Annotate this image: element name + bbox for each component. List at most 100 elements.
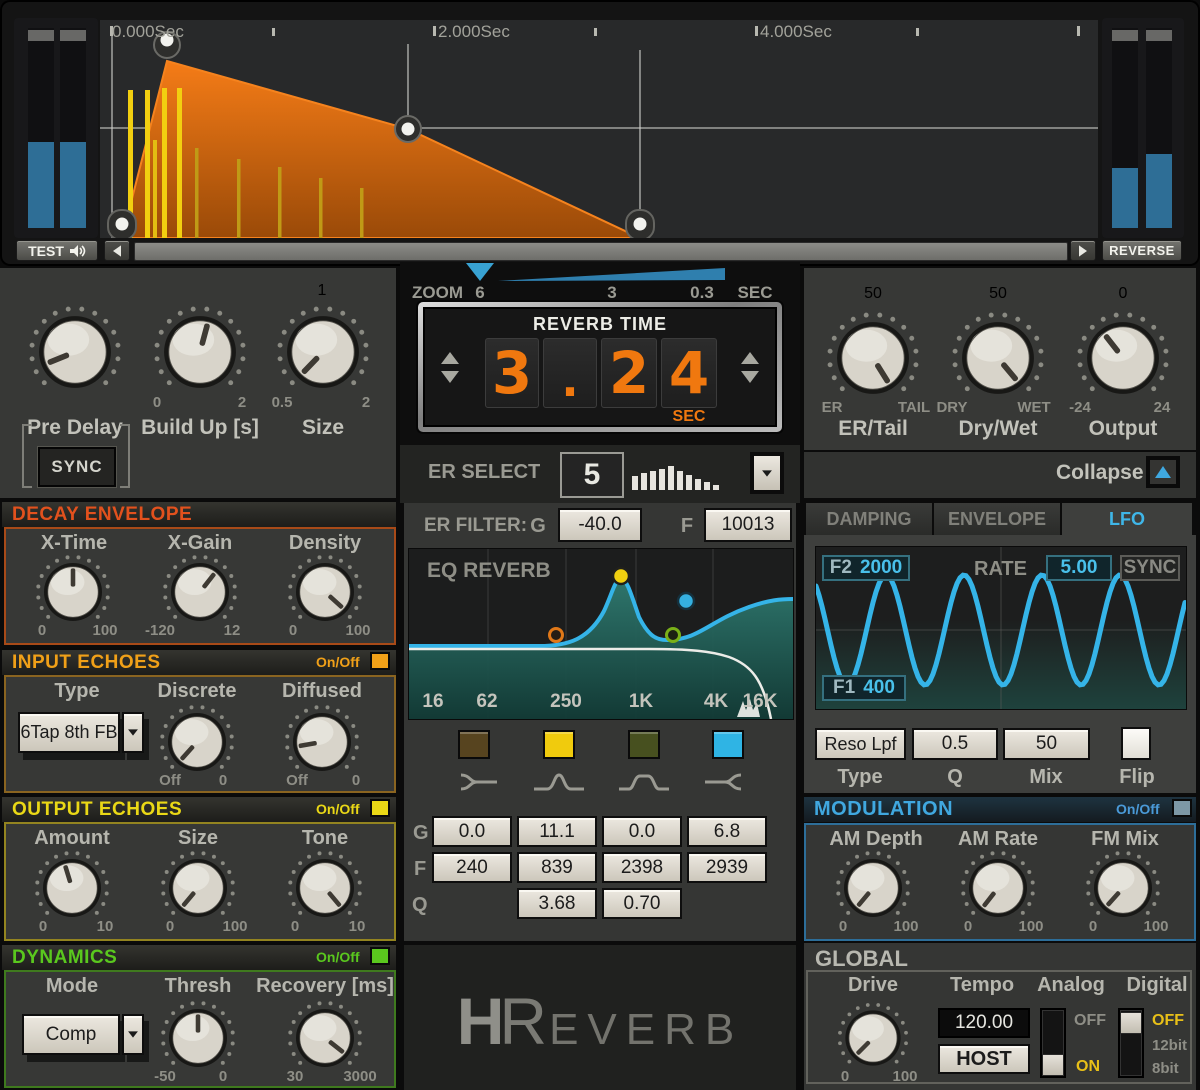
eq-band3-button[interactable]	[628, 730, 660, 759]
analog-label: Analog	[1037, 974, 1105, 996]
meter-fill	[28, 142, 54, 228]
tab-lfo[interactable]: LFO	[1062, 503, 1192, 535]
eq-q3[interactable]: 0.70	[602, 888, 682, 919]
eq-g2[interactable]: 11.1	[517, 816, 597, 847]
meter-cap	[28, 30, 54, 41]
envelope-graph[interactable]	[100, 20, 1098, 238]
scroll-left-button[interactable]	[104, 240, 130, 261]
am-rate-max: 100	[1018, 918, 1044, 935]
er-filter-g-value[interactable]: -40.0	[558, 508, 642, 542]
lfo-sync-button[interactable]: SYNC	[1120, 555, 1180, 581]
analog-switch[interactable]	[1040, 1008, 1066, 1078]
output-top: 0	[1118, 285, 1128, 302]
reverb-time-digit-3[interactable]: 4	[661, 338, 717, 408]
lfo-rate-value[interactable]: 5.00	[1046, 555, 1112, 581]
decay-envelope-title: DECAY ENVELOPE	[12, 503, 193, 525]
collapse-button[interactable]	[1146, 456, 1180, 488]
dynamics-toggle[interactable]	[370, 947, 390, 965]
pre-delay-knob[interactable]	[23, 300, 127, 404]
size-label: Size	[301, 416, 345, 439]
pre-delay-bracket-left	[22, 424, 32, 488]
digital-switch[interactable]	[1118, 1008, 1144, 1078]
test-label: TEST	[28, 242, 64, 259]
digital-8bit-label: 8bit	[1152, 1060, 1179, 1077]
zoom-unit: SEC	[737, 283, 773, 302]
eq-row-g-label: G	[413, 822, 429, 844]
er-tail-knob[interactable]	[821, 306, 925, 410]
diffused-max: 0	[351, 772, 361, 789]
output-knob[interactable]	[1071, 306, 1175, 410]
lfo-flip-button[interactable]	[1121, 727, 1151, 760]
eq-f1[interactable]: 240	[432, 852, 512, 883]
digital-switch-handle[interactable]	[1120, 1012, 1142, 1034]
tempo-display[interactable]: 120.00	[938, 1008, 1030, 1038]
input-type-value: 6Tap 8th FB	[20, 722, 118, 742]
size-knob[interactable]	[271, 300, 375, 404]
lfo-f1-badge[interactable]: F1 400	[822, 675, 906, 701]
mode-dropdown[interactable]: Comp	[22, 1014, 120, 1055]
reverb-time-spinner-left[interactable]	[441, 352, 459, 383]
eq-band4-button[interactable]	[712, 730, 744, 759]
er-filter-f-value[interactable]: 10013	[704, 508, 792, 542]
envelope-display[interactable]: 0.000Sec 2.000Sec 4.000Sec	[100, 20, 1098, 238]
reverb-time-digit-1[interactable]: 3	[485, 338, 539, 408]
input-type-dropdown[interactable]: 6Tap 8th FB	[18, 712, 120, 753]
eq-g3[interactable]: 0.0	[602, 816, 682, 847]
test-button[interactable]: TEST	[16, 240, 98, 261]
host-button[interactable]: HOST	[938, 1044, 1030, 1074]
scroll-right-button[interactable]	[1070, 240, 1096, 261]
discrete-max: 0	[218, 772, 228, 789]
analog-switch-handle[interactable]	[1042, 1054, 1064, 1076]
output-echoes-onoff-label: On/Off	[316, 801, 360, 817]
eq-f2[interactable]: 839	[517, 852, 597, 883]
eq-f3[interactable]: 2398	[602, 852, 682, 883]
eq-q2[interactable]: 3.68	[517, 888, 597, 919]
dry-wet-knob[interactable]	[946, 306, 1050, 410]
output-echoes-toggle[interactable]	[370, 799, 390, 817]
lfo-type-field[interactable]: Reso Lpf	[815, 728, 906, 760]
er-select-dropdown[interactable]	[750, 452, 784, 494]
time-label-0: 0.000Sec	[112, 22, 184, 41]
modulation-toggle[interactable]	[1172, 799, 1192, 817]
mode-dropdown-arrow[interactable]	[122, 1014, 144, 1055]
tab-damping[interactable]: DAMPING	[806, 503, 932, 535]
tab-envelope[interactable]: ENVELOPE	[934, 503, 1060, 535]
eq-band1-button[interactable]	[458, 730, 490, 759]
input-echoes-toggle[interactable]	[370, 652, 390, 670]
lfo-q-field[interactable]: 0.5	[912, 728, 998, 760]
eq-freq-1k: 1K	[628, 691, 654, 712]
eq-g4[interactable]: 6.8	[687, 816, 767, 847]
eq-freq-4k: 4K	[703, 691, 729, 712]
am-depth-max: 100	[893, 918, 919, 935]
meter-cap	[1112, 30, 1138, 41]
analog-on-label: ON	[1076, 1058, 1100, 1075]
lfo-mix-field[interactable]: 50	[1003, 728, 1090, 760]
meter-fill	[60, 142, 86, 228]
sync-button[interactable]: SYNC	[37, 446, 117, 488]
type-label: Type	[54, 680, 100, 702]
lfo-f2-badge[interactable]: F2 2000	[822, 555, 910, 581]
reverb-time-digit-2[interactable]: 2	[601, 338, 657, 408]
er-select-value[interactable]: 5	[560, 452, 624, 498]
er-tail-label: ER/Tail	[838, 417, 908, 440]
input-meters	[14, 18, 98, 238]
output-echoes-title: OUTPUT ECHOES	[12, 798, 183, 820]
eq-row-q-label: Q	[412, 894, 428, 916]
eq-g1[interactable]: 0.0	[432, 816, 512, 847]
eq-graph[interactable]: EQ REVERB	[408, 548, 794, 720]
reverb-time-unit: SEC	[672, 408, 706, 425]
eq-f4[interactable]: 2939	[687, 852, 767, 883]
input-echoes-onoff-label: On/Off	[316, 654, 360, 670]
drive-knob[interactable]	[833, 998, 913, 1078]
output-meters	[1102, 18, 1184, 238]
drive-label: Drive	[847, 974, 899, 996]
reverse-button[interactable]: REVERSE	[1102, 240, 1182, 261]
reverb-time-spinner-right[interactable]	[741, 352, 759, 383]
eq-freq-16k: 16K	[742, 691, 778, 712]
dry-wet-label: Dry/Wet	[958, 417, 1038, 440]
lfo-graph[interactable]: F2 2000 RATE 5.00 SYNC F1 400	[815, 546, 1187, 710]
input-type-dropdown-arrow[interactable]	[122, 712, 144, 753]
build-up-knob[interactable]	[148, 300, 252, 404]
eq-band2-button[interactable]	[543, 730, 575, 759]
reverb-time-title: REVERB TIME	[532, 314, 668, 334]
